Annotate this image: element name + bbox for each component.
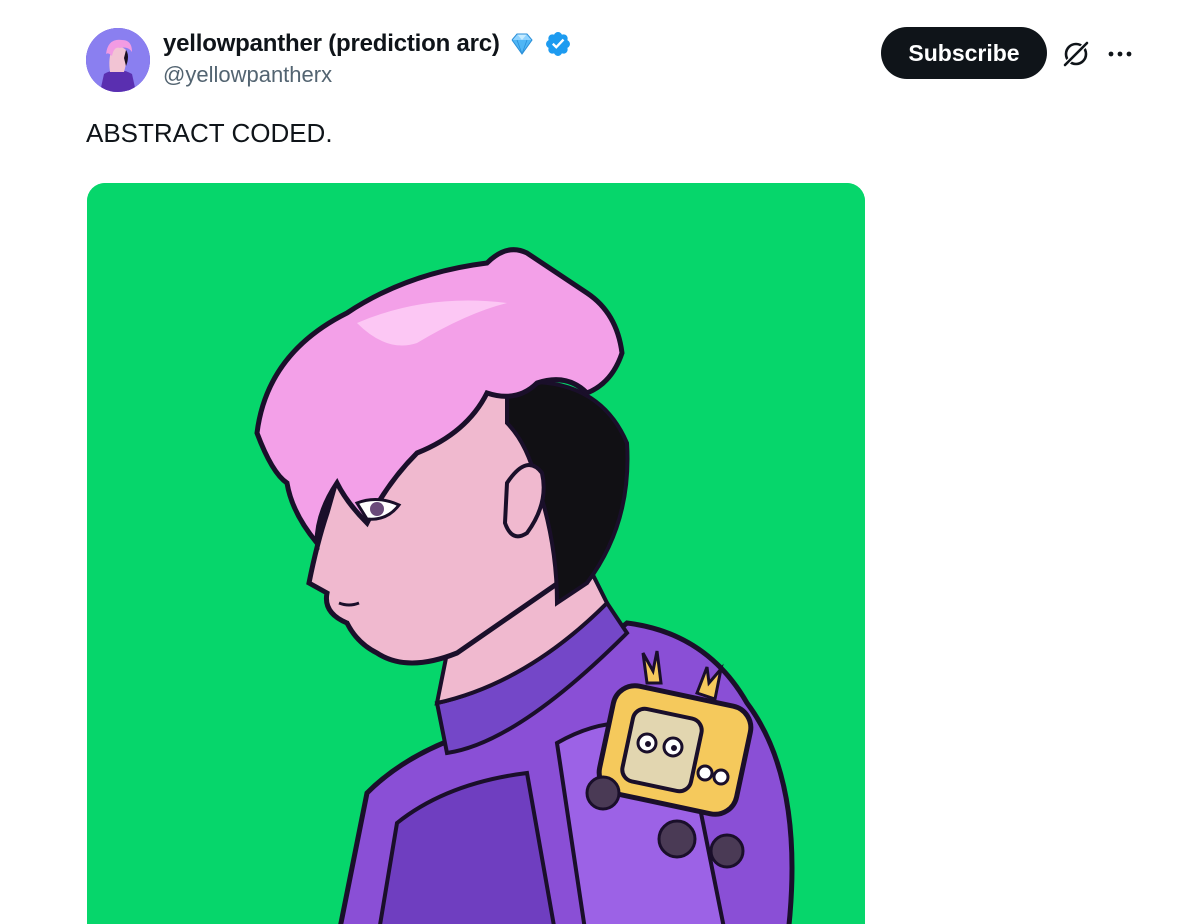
author-name-row: yellowpanther (prediction arc) xyxy=(163,28,572,60)
author-handle[interactable]: @yellowpantherx xyxy=(163,62,332,88)
grok-icon[interactable] xyxy=(1060,38,1092,70)
verified-badge-icon[interactable] xyxy=(544,30,572,58)
avatar-image xyxy=(86,28,150,92)
author-display-name[interactable]: yellowpanther (prediction arc) xyxy=(163,30,500,58)
avatar[interactable] xyxy=(86,28,150,92)
post-text: ABSTRACT CODED. xyxy=(86,118,333,148)
character-illustration xyxy=(87,183,865,924)
post: yellowpanther (prediction arc) @yellowpa… xyxy=(0,0,1200,924)
diamond-icon xyxy=(508,30,536,58)
more-icon[interactable] xyxy=(1104,38,1136,70)
post-media-image[interactable] xyxy=(87,183,865,924)
subscribe-button[interactable]: Subscribe xyxy=(881,27,1047,79)
